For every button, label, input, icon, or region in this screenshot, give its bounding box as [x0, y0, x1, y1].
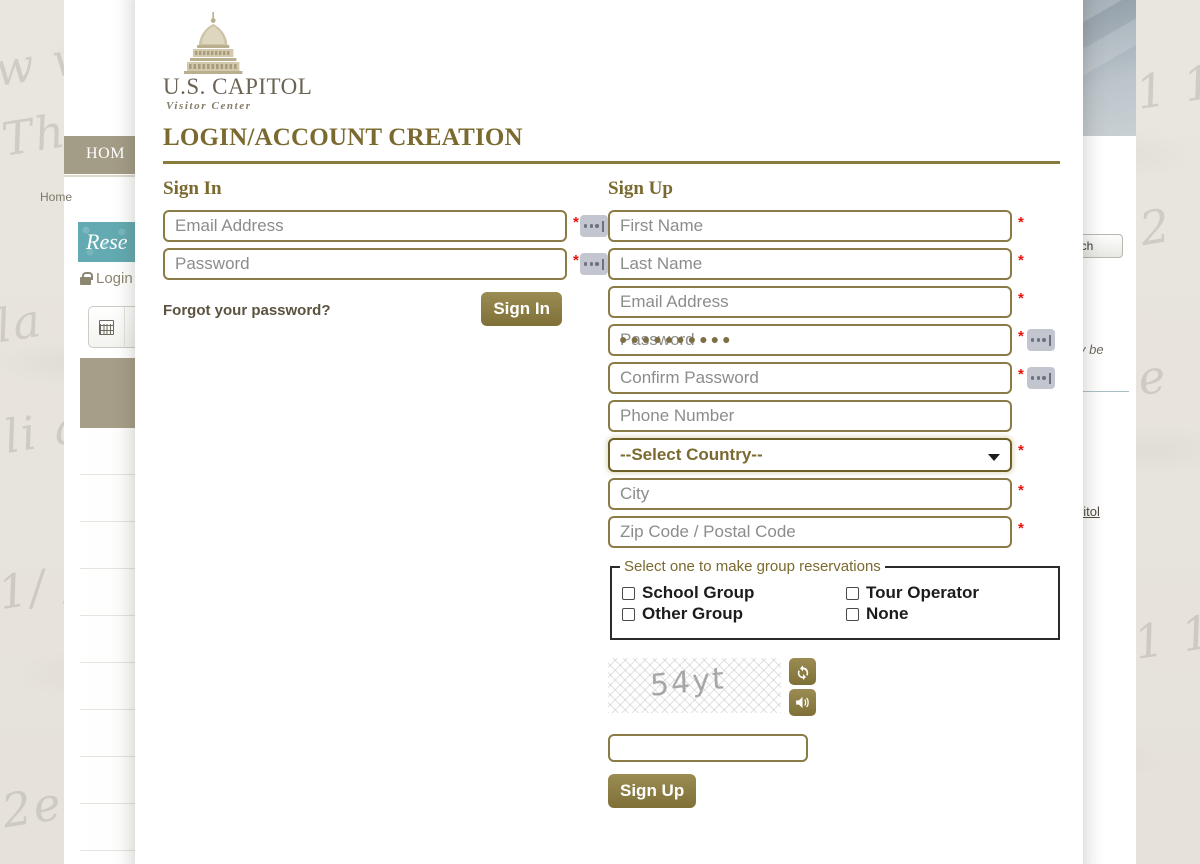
site-divider: [1081, 391, 1129, 392]
captcha-input[interactable]: [608, 734, 808, 762]
sign-in-heading: Sign In: [163, 178, 222, 199]
breadcrumb[interactable]: Home: [40, 190, 72, 204]
chevron-down-icon: [988, 454, 1000, 461]
page-title: LOGIN/ACCOUNT CREATION: [163, 124, 523, 151]
background-script-mark: 2: [1135, 197, 1176, 257]
required-asterisk: *: [1018, 366, 1024, 383]
captcha-text: 54yt: [649, 661, 727, 704]
logo-brand-text: U.S. CAPITOL: [163, 74, 313, 99]
country-select-value: --Select Country--: [620, 445, 763, 464]
checkbox-label: Other Group: [642, 604, 744, 623]
sign-in-button[interactable]: Sign In: [481, 292, 562, 326]
background-script-mark: e: [1133, 348, 1172, 406]
checkbox-label: None: [866, 604, 909, 623]
background-script-mark: 2e: [0, 775, 67, 839]
country-select[interactable]: --Select Country--: [608, 438, 1012, 472]
required-asterisk: *: [1018, 520, 1024, 537]
signin-password-row: *: [163, 248, 608, 280]
confirm-password-row: *: [608, 362, 1055, 394]
password-manager-icon[interactable]: [1027, 367, 1055, 389]
password-manager-icon[interactable]: [580, 215, 608, 237]
required-asterisk: *: [1018, 328, 1024, 345]
background-script-mark: la: [0, 292, 47, 354]
checkbox-label: School Group: [642, 583, 755, 602]
login-account-creation-dialog: U.S. CAPITOL Visitor Center LOGIN/ACCOUN…: [135, 0, 1083, 864]
checkbox-school-group[interactable]: School Group: [622, 583, 846, 603]
checkbox-other-group[interactable]: Other Group: [622, 604, 846, 624]
phone-row: [608, 400, 1055, 432]
checkbox-box[interactable]: [846, 586, 859, 600]
zip-code-input[interactable]: [608, 516, 1012, 548]
sign-in-column: Sign In * * Forgot your password? Sign I…: [163, 178, 608, 808]
required-asterisk: *: [1018, 482, 1024, 499]
checkbox-box[interactable]: [846, 607, 859, 621]
capitol-dome-icon: [184, 12, 243, 74]
captcha-section: 54yt: [608, 658, 1055, 728]
signup-email-row: *: [608, 286, 1055, 318]
first-name-input[interactable]: [608, 210, 1012, 242]
zip-row: *: [608, 516, 1055, 548]
sign-up-heading: Sign Up: [608, 178, 673, 199]
required-asterisk: *: [1018, 252, 1024, 269]
confirm-password-input[interactable]: [608, 362, 1012, 394]
phone-number-input[interactable]: [608, 400, 1012, 432]
sign-up-button[interactable]: Sign Up: [608, 774, 697, 808]
site-logo: U.S. CAPITOL Visitor Center: [163, 8, 1055, 120]
title-divider: [163, 161, 1060, 164]
password-manager-icon[interactable]: [580, 253, 608, 275]
group-reservation-fieldset: Select one to make group reservations Sc…: [610, 558, 1060, 640]
checkbox-tour-operator[interactable]: Tour Operator: [846, 583, 1048, 603]
checkbox-box[interactable]: [622, 607, 635, 621]
refresh-icon: [797, 664, 808, 680]
required-asterisk: *: [1018, 214, 1024, 231]
required-asterisk: *: [1018, 290, 1024, 307]
signup-password-row: ●●●●●●●●●● *: [608, 324, 1055, 356]
forgot-password-link[interactable]: Forgot your password?: [163, 302, 331, 319]
login-label[interactable]: Login: [96, 270, 133, 287]
background-script-mark: Th: [0, 103, 71, 167]
checkbox-box[interactable]: [622, 586, 635, 600]
calendar-icon: [99, 319, 114, 335]
signin-email-row: *: [163, 210, 608, 242]
group-fieldset-legend: Select one to make group reservations: [624, 558, 881, 575]
required-asterisk: *: [573, 252, 579, 269]
signin-email-input[interactable]: [163, 210, 567, 242]
first-name-row: *: [608, 210, 1055, 242]
last-name-input[interactable]: [608, 248, 1012, 280]
lock-icon: [80, 272, 93, 285]
password-manager-icon[interactable]: [1027, 329, 1055, 351]
logo-subtitle-text: Visitor Center: [166, 100, 252, 112]
calendar-icon-wrap[interactable]: [89, 307, 125, 347]
captcha-image: 54yt: [608, 658, 781, 713]
city-row: *: [608, 478, 1055, 510]
background-script-mark: 1 1: [1132, 54, 1200, 120]
city-input[interactable]: [608, 478, 1012, 510]
country-row: --Select Country-- *: [608, 438, 1055, 472]
form-columns: Sign In * * Forgot your password? Sign I…: [163, 178, 1060, 808]
password-masked-value: ●●●●●●●●●●: [619, 331, 734, 347]
sign-in-actions: Forgot your password? Sign In: [163, 292, 608, 334]
background-script-mark: 1 1: [1130, 604, 1200, 670]
checkbox-none[interactable]: None: [846, 604, 1048, 624]
checkbox-label: Tour Operator: [866, 583, 980, 602]
required-asterisk: *: [1018, 442, 1024, 459]
captcha-audio-button[interactable]: [789, 689, 816, 716]
required-asterisk: *: [573, 214, 579, 231]
speaker-icon: [796, 696, 809, 709]
sign-up-column: Sign Up * * * ●●●●●●●●●● *: [608, 178, 1060, 808]
signin-password-input[interactable]: [163, 248, 567, 280]
last-name-row: *: [608, 248, 1055, 280]
group-checkbox-grid: School Group Tour Operator Other Group N…: [622, 583, 1048, 624]
login-status[interactable]: Login: [80, 270, 133, 287]
nav-item-home[interactable]: HOM: [86, 145, 125, 163]
signup-email-input[interactable]: [608, 286, 1012, 318]
screen: w w e Th la li a 1/ / 2e 1 1 2 e 1 1 HOM…: [0, 0, 1200, 864]
captcha-refresh-button[interactable]: [789, 658, 816, 685]
